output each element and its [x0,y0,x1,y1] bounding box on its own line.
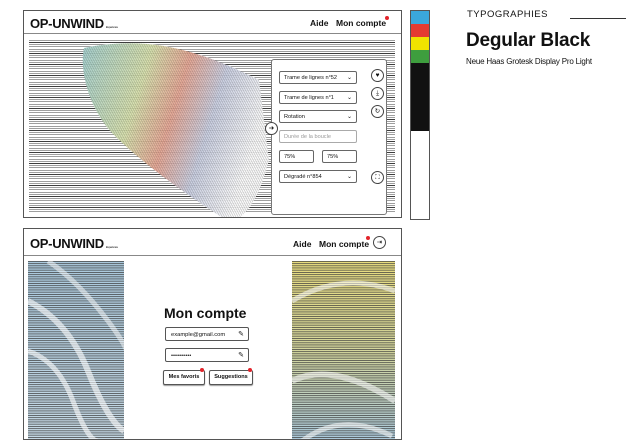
pattern-select-1[interactable]: Trame de lignes n°52 ⌄ [279,71,357,84]
notification-dot [366,236,370,240]
pencil-icon[interactable]: ✎ [238,349,244,363]
swatch-yellow [411,37,429,50]
font-primary-sample: Degular Black [466,30,591,51]
fullscreen-button[interactable]: ⛶ [371,171,384,184]
account-title: Mon compte [164,305,247,321]
suggestions-button[interactable]: Suggestions [209,370,253,385]
typography-heading: TYPOGRAPHIES [467,9,548,20]
rotation-select[interactable]: Rotation ⌄ [279,110,357,123]
refresh-icon: ↻ [374,108,381,115]
swatch-white [411,131,429,219]
pencil-icon[interactable]: ✎ [238,328,244,342]
color-palette-strip [410,10,430,220]
gradient-select[interactable]: Dégradé n°854 ⌄ [279,170,357,183]
chevron-down-icon: ⌄ [346,174,352,180]
refresh-button[interactable]: ↻ [371,105,384,118]
nav-help-link[interactable]: Aide [310,18,328,28]
favorites-button[interactable]: Mes favoris [163,370,205,385]
swatch-cyan [411,11,429,24]
logo[interactable]: OP-UNWIND Experience [30,16,118,31]
chevron-down-icon: ⌄ [346,95,352,101]
chevron-down-icon: ⌄ [346,114,352,120]
logout-icon: ⇥ [376,239,383,246]
swatch-red [411,24,429,37]
notification-dot [385,16,389,20]
swatch-black [411,63,429,131]
arrow-right-icon: ➜ [268,125,275,132]
download-button[interactable]: ⤓ [371,87,384,100]
nav-account-link[interactable]: Mon compte [336,18,386,28]
chevron-down-icon: ⌄ [346,75,352,81]
value-input-left[interactable]: 75% [279,150,314,163]
left-pattern-panel [28,261,124,439]
download-icon: ⤓ [376,90,379,97]
password-field[interactable]: •••••••••• ✎ [165,348,249,362]
heart-icon: ♥ [375,72,380,79]
email-field[interactable]: example@gmail.com ✎ [165,327,249,341]
loop-duration-input[interactable]: Durée de la boucle [279,130,357,143]
favorite-button[interactable]: ♥ [371,69,384,82]
font-secondary-sample: Neue Haas Grotesk Display Pro Light [466,57,592,66]
collapse-panel-button[interactable]: ➜ [265,122,278,135]
value-input-right[interactable]: 75% [322,150,357,163]
account-screen: OP-UNWIND Experience Aide Mon compte ⇥ M… [23,228,402,440]
favorites-badge [200,368,204,372]
editor-screen: OP-UNWIND Experience Aide Mon compte ➜ Tr… [23,10,402,218]
swatch-green [411,50,429,63]
logout-button[interactable]: ⇥ [373,236,386,249]
heading-underline [570,18,626,19]
logo[interactable]: OP-UNWIND Experience [30,236,118,251]
fullscreen-icon: ⛶ [375,174,380,181]
right-pattern-panel [292,261,395,439]
nav-account-link[interactable]: Mon compte [319,239,369,249]
header: OP-UNWIND Experience Aide Mon compte ⇥ [24,229,401,256]
header: OP-UNWIND Experience Aide Mon compte [24,11,401,34]
pattern-select-2[interactable]: Trame de lignes n°1 ⌄ [279,91,357,104]
suggestions-badge [248,368,252,372]
nav-help-link[interactable]: Aide [293,239,311,249]
